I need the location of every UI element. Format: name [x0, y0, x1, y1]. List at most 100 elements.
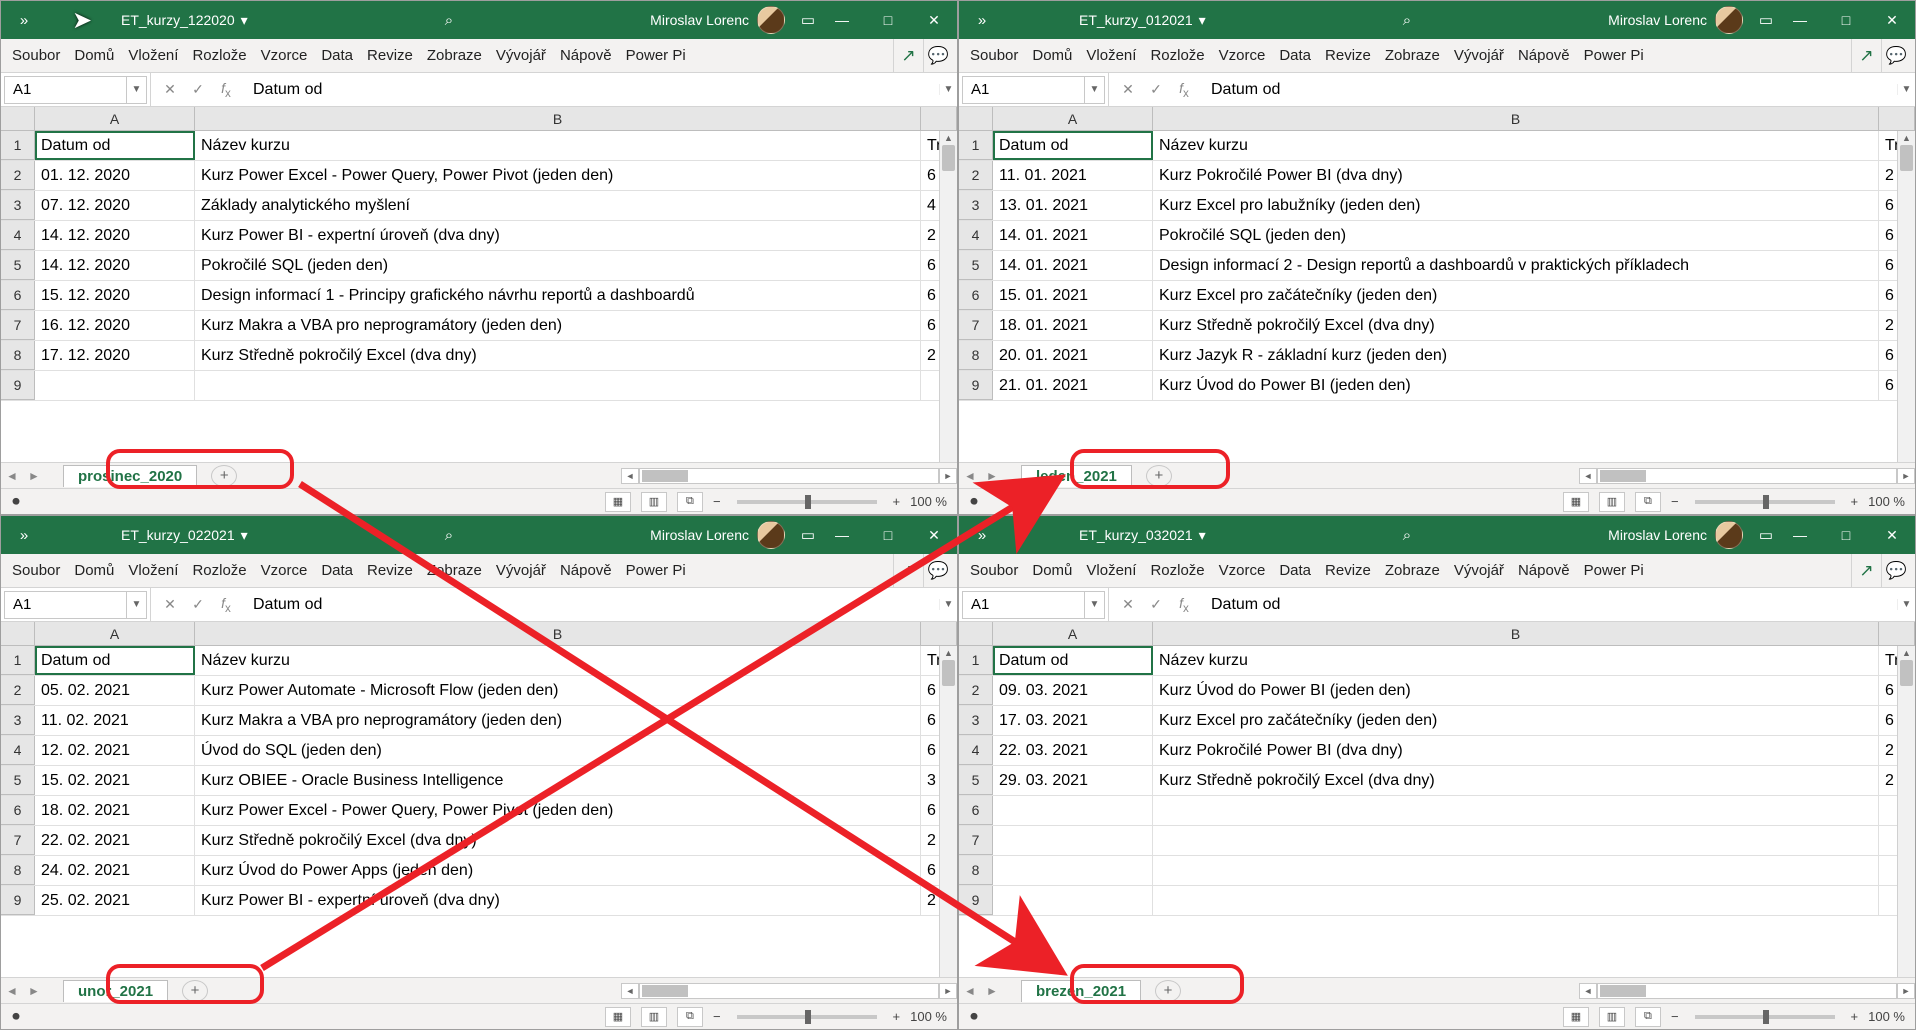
tab-nav-prev-icon[interactable]: ◄ — [1, 984, 23, 998]
ribbon-tab[interactable]: Vzorce — [1212, 554, 1273, 588]
ribbon-tab[interactable]: Soubor — [963, 39, 1025, 73]
zoom-in-button[interactable]: + — [1851, 494, 1859, 509]
ribbon-tab[interactable]: Vložení — [1079, 554, 1143, 588]
cell[interactable]: Design informací 2 - Design reportů a da… — [1153, 251, 1879, 280]
cell[interactable]: 14. 01. 2021 — [993, 251, 1153, 280]
comments-icon[interactable]: 💬 — [1881, 554, 1911, 588]
view-pagebreak-icon[interactable]: ⧉ — [677, 492, 703, 512]
scrollbar-thumb[interactable] — [1600, 985, 1646, 997]
scroll-left-icon[interactable]: ◄ — [1579, 983, 1597, 999]
row-header[interactable]: 8 — [959, 341, 993, 370]
vertical-scrollbar[interactable]: ▲ — [939, 131, 957, 462]
ribbon-tab[interactable]: Rozlože — [185, 554, 253, 588]
ribbon-display-icon[interactable]: ▭ — [1755, 526, 1777, 544]
cancel-formula-icon[interactable]: ✕ — [1119, 81, 1137, 98]
tab-nav-prev-icon[interactable]: ◄ — [1, 469, 23, 483]
scroll-left-icon[interactable]: ◄ — [621, 983, 639, 999]
name-box[interactable]: A1▼ — [959, 588, 1109, 622]
tab-nav-next-icon[interactable]: ► — [981, 984, 1003, 998]
ribbon-tab[interactable]: Power Pi — [619, 554, 693, 588]
column-header-C[interactable] — [1879, 107, 1915, 130]
maximize-button[interactable]: □ — [1823, 516, 1869, 554]
enter-formula-icon[interactable]: ✓ — [189, 81, 207, 98]
select-all-corner[interactable] — [1, 622, 35, 645]
ribbon-display-icon[interactable]: ▭ — [797, 526, 819, 544]
tab-nav-prev-icon[interactable]: ◄ — [959, 984, 981, 998]
search-icon[interactable]: ⌕ — [438, 12, 460, 29]
vertical-scrollbar[interactable]: ▲ — [1897, 131, 1915, 462]
ribbon-tab[interactable]: Vývojář — [489, 39, 553, 73]
ribbon-tab[interactable]: Data — [314, 39, 360, 73]
expand-formula-icon[interactable]: ▼ — [1897, 84, 1915, 95]
cell[interactable]: Základy analytického myšlení — [195, 191, 921, 220]
view-normal-icon[interactable]: ▦ — [605, 492, 631, 512]
zoom-out-button[interactable]: − — [713, 1009, 721, 1024]
cell[interactable]: Kurz Makra a VBA pro neprogramátory (jed… — [195, 311, 921, 340]
cell[interactable] — [993, 856, 1153, 885]
record-macro-icon[interactable]: ⏺ — [1, 1008, 31, 1025]
sheet-tab[interactable]: prosinec_2020 — [63, 465, 197, 487]
name-box-value[interactable]: A1 — [4, 76, 127, 104]
zoom-out-button[interactable]: − — [1671, 494, 1679, 509]
scrollbar-thumb[interactable] — [642, 985, 688, 997]
file-name[interactable]: ET_kurzy_122020▾ — [121, 12, 248, 29]
row-header[interactable]: 5 — [1, 251, 35, 280]
cell[interactable]: 21. 01. 2021 — [993, 371, 1153, 400]
chevron-down-icon[interactable]: ▼ — [1085, 591, 1105, 619]
scrollbar-thumb[interactable] — [942, 660, 955, 686]
cancel-formula-icon[interactable]: ✕ — [161, 596, 179, 613]
zoom-in-button[interactable]: + — [893, 1009, 901, 1024]
zoom-out-button[interactable]: − — [713, 494, 721, 509]
cell[interactable]: Kurz Power Excel - Power Query, Power Pi… — [195, 796, 921, 825]
tab-nav-prev-icon[interactable]: ◄ — [959, 469, 981, 483]
user-account[interactable]: Miroslav Lorenc — [650, 521, 785, 549]
view-normal-icon[interactable]: ▦ — [605, 1007, 631, 1027]
row-header[interactable]: 2 — [959, 161, 993, 190]
scrollbar-thumb[interactable] — [642, 470, 688, 482]
row-header[interactable]: 2 — [959, 676, 993, 705]
row-header[interactable]: 5 — [959, 766, 993, 795]
zoom-in-button[interactable]: + — [1851, 1009, 1859, 1024]
formula-bar[interactable]: Datum od — [245, 81, 939, 99]
cell[interactable]: Kurz Jazyk R - základní kurz (jeden den) — [1153, 341, 1879, 370]
name-box[interactable]: A1▼ — [959, 73, 1109, 107]
cell[interactable]: Datum od — [993, 131, 1153, 160]
ribbon-tab[interactable]: Vzorce — [254, 39, 315, 73]
ribbon-tab[interactable]: Vzorce — [254, 554, 315, 588]
ribbon-tab[interactable]: Vývojář — [1447, 39, 1511, 73]
column-header-B[interactable]: B — [1153, 107, 1879, 130]
column-header-B[interactable]: B — [195, 622, 921, 645]
scroll-right-icon[interactable]: ► — [939, 468, 957, 484]
zoom-slider[interactable] — [737, 500, 877, 504]
name-box-value[interactable]: A1 — [962, 76, 1085, 104]
name-box[interactable]: A1▼ — [1, 73, 151, 107]
row-header[interactable]: 7 — [1, 311, 35, 340]
horizontal-scrollbar[interactable]: ◄► — [621, 468, 957, 484]
enter-formula-icon[interactable]: ✓ — [1147, 81, 1165, 98]
cell[interactable]: 20. 01. 2021 — [993, 341, 1153, 370]
row-header[interactable]: 9 — [959, 886, 993, 915]
search-icon[interactable]: ⌕ — [1396, 527, 1418, 544]
cell[interactable]: 14. 01. 2021 — [993, 221, 1153, 250]
column-header-C[interactable] — [921, 622, 957, 645]
cell[interactable]: Název kurzu — [195, 646, 921, 675]
fx-icon[interactable]: fx — [217, 80, 235, 100]
ribbon-tab[interactable]: Zobraze — [420, 554, 489, 588]
minimize-button[interactable]: — — [819, 1, 865, 39]
row-header[interactable]: 8 — [1, 341, 35, 370]
close-button[interactable]: ✕ — [1869, 1, 1915, 39]
row-header[interactable]: 4 — [1, 736, 35, 765]
cell[interactable]: Kurz Středně pokročilý Excel (dva dny) — [1153, 311, 1879, 340]
row-header[interactable]: 3 — [959, 706, 993, 735]
row-header[interactable]: 9 — [1, 371, 35, 400]
cell[interactable]: 05. 02. 2021 — [35, 676, 195, 705]
ribbon-tab[interactable]: Data — [314, 554, 360, 588]
name-box[interactable]: A1▼ — [1, 588, 151, 622]
search-icon[interactable]: ⌕ — [1396, 12, 1418, 29]
formula-bar[interactable]: Datum od — [1203, 596, 1897, 614]
row-header[interactable]: 1 — [959, 131, 993, 160]
row-header[interactable]: 5 — [959, 251, 993, 280]
maximize-button[interactable]: □ — [865, 1, 911, 39]
ribbon-tab[interactable]: Domů — [1025, 554, 1079, 588]
ribbon-tab[interactable]: Rozlože — [1143, 39, 1211, 73]
